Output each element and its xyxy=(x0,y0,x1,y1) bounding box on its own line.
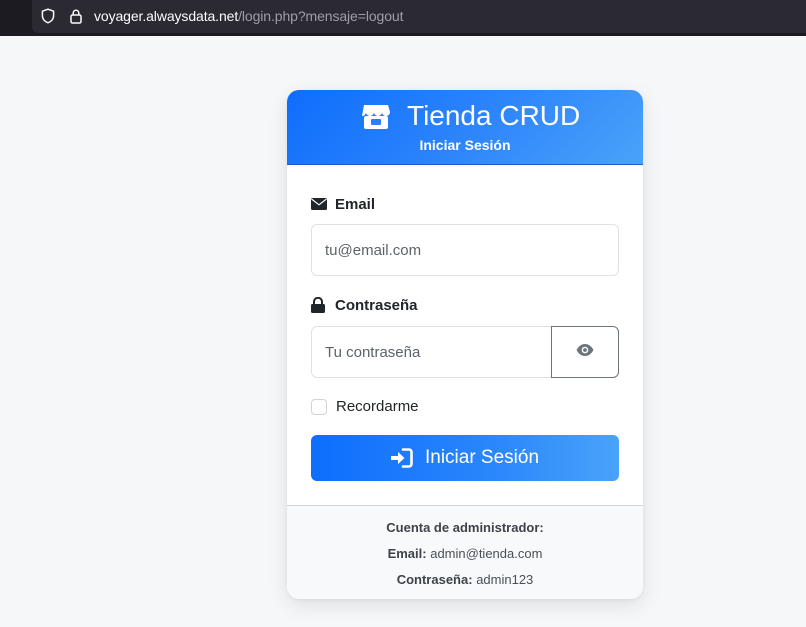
admin-email-value: admin@tienda.com xyxy=(430,546,543,561)
eye-icon xyxy=(576,343,594,361)
login-card: Tienda CRUD Iniciar Sesión Email Contras… xyxy=(287,90,643,599)
admin-password-value: admin123 xyxy=(476,572,534,587)
email-field[interactable] xyxy=(311,224,619,276)
email-label: Email xyxy=(311,194,375,214)
login-button-label: Iniciar Sesión xyxy=(424,447,540,468)
app-title: Tienda CRUD xyxy=(407,100,581,131)
browser-toolbar: voyager.alwaysdata.net/login.php?mensaje… xyxy=(0,0,806,36)
url-path: /login.php?mensaje=logout xyxy=(238,8,404,24)
card-header: Tienda CRUD Iniciar Sesión xyxy=(287,90,643,165)
admin-email-label: Email: xyxy=(387,546,427,561)
remember-label[interactable]: Recordarme xyxy=(336,398,419,415)
shield-icon[interactable] xyxy=(40,8,56,24)
remember-checkbox[interactable] xyxy=(311,398,327,415)
sign-in-icon xyxy=(390,448,413,468)
envelope-icon xyxy=(311,196,327,212)
url-text[interactable]: voyager.alwaysdata.net/login.php?mensaje… xyxy=(94,8,403,25)
url-host: voyager.alwaysdata.net xyxy=(94,8,239,24)
lock-icon xyxy=(311,297,327,313)
remember-me: Recordarme xyxy=(311,398,419,415)
admin-password-label: Contraseña: xyxy=(396,572,473,587)
toggle-password-button[interactable] xyxy=(551,326,619,378)
admin-info: Cuenta de administrador: Email: admin@ti… xyxy=(287,505,643,599)
page-subtitle: Iniciar Sesión xyxy=(419,137,511,153)
password-label-text: Contraseña xyxy=(335,296,418,314)
password-label: Contraseña xyxy=(311,295,418,315)
email-label-text: Email xyxy=(335,195,376,213)
lock-icon[interactable] xyxy=(68,8,84,24)
admin-heading: Cuenta de administrador: xyxy=(386,520,544,535)
password-field[interactable] xyxy=(311,326,552,378)
login-button[interactable]: Iniciar Sesión xyxy=(311,435,619,481)
store-icon xyxy=(361,101,391,131)
